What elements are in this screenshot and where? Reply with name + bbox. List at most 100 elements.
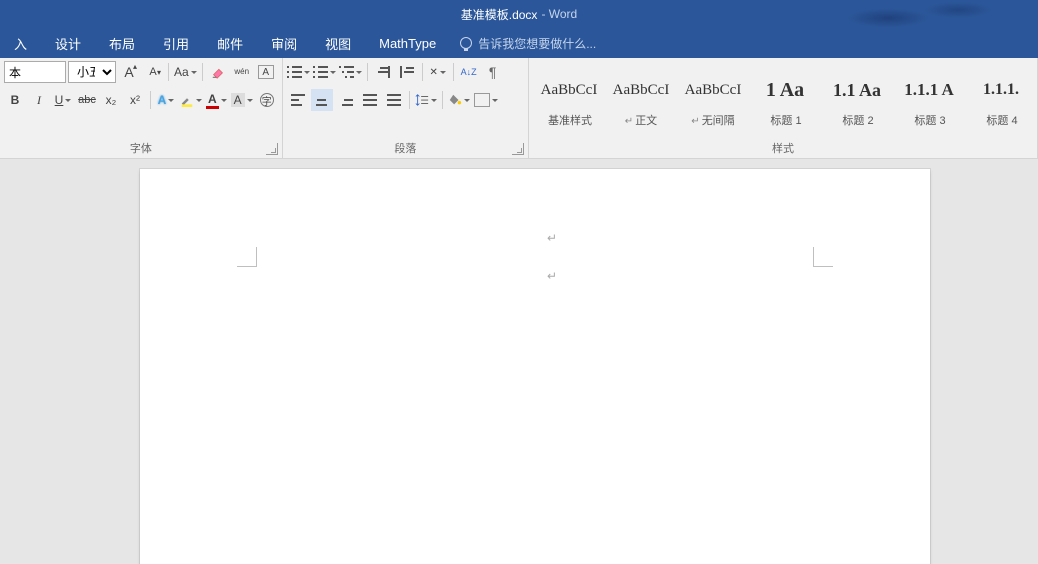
shrink-font-button[interactable]: A▾ [142, 61, 164, 83]
character-border-button[interactable]: A [255, 61, 277, 83]
numbering-icon [314, 66, 328, 78]
ribbon: 小五 A▴ A▾ Aa wén A B I U abc x₂ x² [0, 58, 1038, 159]
style-item-2[interactable]: AaBbCcI ↵无间隔 [677, 60, 749, 138]
style-gallery[interactable]: AaBbCcI基准样式AaBbCcI↵正文AaBbCcI ↵无间隔 1 Aa 标题 1… [529, 58, 1037, 138]
shading-button[interactable] [447, 89, 471, 111]
change-case-button[interactable]: Aa [173, 61, 198, 83]
decrease-indent-button[interactable] [372, 61, 394, 83]
bold-button[interactable]: B [4, 89, 26, 111]
title-bar: 基准模板.docx - Word [0, 0, 1038, 28]
strikethrough-button[interactable]: abc [76, 89, 98, 111]
separator [202, 63, 203, 81]
superscript-button[interactable]: x² [124, 89, 146, 111]
line-spacing-icon [415, 93, 429, 107]
style-item-1[interactable]: AaBbCcI↵正文 [605, 60, 677, 138]
tab-mailings[interactable]: 邮件 [203, 28, 257, 58]
group-paragraph-label: 段落 [283, 138, 528, 158]
line-spacing-button[interactable] [414, 89, 438, 111]
distribute-icon [387, 94, 401, 106]
style-item-0[interactable]: AaBbCcI基准样式 [533, 60, 605, 138]
align-center-button[interactable] [311, 89, 333, 111]
tab-layout[interactable]: 布局 [95, 28, 149, 58]
margin-corner-tl [237, 247, 257, 267]
paragraph-mark: ↵ [547, 269, 557, 283]
tab-design[interactable]: 设计 [41, 28, 95, 58]
indent-icon [400, 66, 414, 78]
tab-view[interactable]: 视图 [311, 28, 365, 58]
char-shading-button[interactable]: A [230, 89, 254, 111]
style-item-5[interactable]: 1.1.1 A 标题 3 [893, 60, 965, 138]
style-name: 标题 1 [768, 112, 801, 128]
separator [367, 63, 368, 81]
bullets-icon [288, 66, 302, 78]
underline-button[interactable]: U [52, 89, 74, 111]
tab-review[interactable]: 审阅 [257, 28, 311, 58]
align-center-icon [315, 94, 329, 106]
align-left-button[interactable] [287, 89, 309, 111]
phonetic-guide-button[interactable]: wén [231, 61, 253, 83]
separator [453, 63, 454, 81]
style-item-4[interactable]: 1.1 Aa 标题 2 [821, 60, 893, 138]
paragraph-mark: ↵ [547, 231, 557, 245]
tab-references[interactable]: 引用 [149, 28, 203, 58]
style-name: ↵无间隔 [691, 112, 734, 128]
align-right-button[interactable] [335, 89, 357, 111]
eraser-icon [211, 65, 225, 79]
align-distribute-button[interactable] [383, 89, 405, 111]
style-name: 基准样式 [546, 112, 592, 128]
document-canvas[interactable]: ↵ ↵ [0, 159, 1038, 564]
group-font-label: 字体 [0, 138, 282, 158]
group-font: 小五 A▴ A▾ Aa wén A B I U abc x₂ x² [0, 58, 283, 158]
style-item-6[interactable]: 1.1.1.标题 4 [965, 60, 1037, 138]
highlight-button[interactable] [179, 89, 203, 111]
font-size-select[interactable]: 小五 [68, 61, 116, 83]
style-name: 标题 2 [840, 112, 873, 128]
tab-mathtype[interactable]: MathType [365, 28, 450, 58]
tell-me[interactable]: 告诉我您想要做什么... [460, 28, 596, 58]
font-color-button[interactable]: A [205, 89, 228, 111]
borders-button[interactable] [473, 89, 499, 111]
separator [422, 63, 423, 81]
tell-me-placeholder: 告诉我您想要做什么... [478, 35, 596, 52]
italic-button[interactable]: I [28, 89, 50, 111]
numbering-button[interactable] [313, 61, 337, 83]
ribbon-tabs: 入 设计 布局 引用 邮件 审阅 视图 MathType 告诉我您想要做什么..… [0, 28, 1038, 58]
asian-layout-button[interactable]: ✕ [427, 61, 449, 83]
enclose-char-button[interactable]: 字 [256, 89, 278, 111]
separator [168, 63, 169, 81]
font-name-input[interactable] [4, 61, 66, 83]
document-title: 基准模板.docx [461, 6, 538, 23]
align-right-icon [339, 94, 353, 106]
outdent-icon [376, 66, 390, 78]
tab-insert[interactable]: 入 [0, 28, 41, 58]
style-preview: AaBbCcI [685, 70, 742, 110]
font-dialog-launcher[interactable] [266, 143, 278, 155]
increase-indent-button[interactable] [396, 61, 418, 83]
style-preview: 1 Aa [766, 70, 804, 110]
separator [409, 91, 410, 109]
style-preview: 1.1.1 A [904, 70, 954, 110]
bullets-button[interactable] [287, 61, 311, 83]
grow-font-button[interactable]: A▴ [118, 61, 140, 83]
show-marks-button[interactable]: ¶ [482, 61, 504, 83]
page[interactable]: ↵ ↵ [140, 169, 930, 564]
multilevel-list-button[interactable] [339, 61, 363, 83]
subscript-button[interactable]: x₂ [100, 89, 122, 111]
style-preview: 1.1 Aa [833, 70, 881, 110]
clear-formatting-button[interactable] [207, 61, 229, 83]
group-styles: AaBbCcI基准样式AaBbCcI↵正文AaBbCcI ↵无间隔 1 Aa 标题 1… [529, 58, 1038, 158]
style-name: 标题 3 [912, 112, 945, 128]
text-effects-button[interactable]: A [155, 89, 177, 111]
align-justify-button[interactable] [359, 89, 381, 111]
separator [150, 91, 151, 109]
lightbulb-icon [460, 37, 472, 49]
style-name: ↵正文 [625, 112, 657, 128]
paragraph-dialog-launcher[interactable] [512, 143, 524, 155]
sort-button[interactable]: A↓Z [458, 61, 480, 83]
align-justify-icon [363, 94, 377, 106]
style-preview: 1.1.1. [983, 70, 1019, 110]
align-left-icon [291, 94, 305, 106]
margin-corner-tr [813, 247, 833, 267]
style-item-3[interactable]: 1 Aa 标题 1 [749, 60, 821, 138]
app-name: - Word [541, 7, 577, 21]
